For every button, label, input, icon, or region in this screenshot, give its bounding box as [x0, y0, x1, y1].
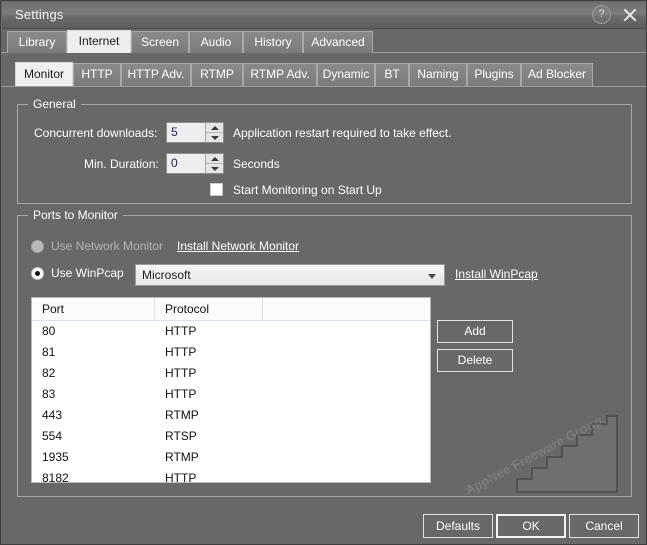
cell-protocol: RTMP — [165, 450, 199, 464]
winpcap-adapter-value: Microsoft — [142, 268, 191, 282]
subtab-rtmp[interactable]: RTMP — [191, 63, 243, 86]
cell-protocol: HTTP — [165, 387, 197, 401]
cell-protocol: RTSP — [165, 429, 197, 443]
defaults-button[interactable]: Defaults — [423, 514, 493, 538]
table-row[interactable]: 81 HTTP — [32, 342, 430, 363]
close-icon[interactable] — [621, 6, 639, 24]
cell-port: 81 — [42, 345, 56, 359]
general-group-title: General — [28, 97, 81, 111]
ports-table[interactable]: Port Protocol 80 HTTP 81 HTTP 82 HTTP 83… — [31, 297, 431, 483]
start-monitoring-checkbox[interactable] — [210, 183, 223, 196]
subtab-monitor[interactable]: Monitor — [15, 62, 73, 86]
titlebar-buttons: ? — [592, 5, 639, 24]
cell-protocol: HTTP — [165, 324, 197, 338]
table-row[interactable]: 82 HTTP — [32, 363, 430, 384]
concurrent-downloads-spinner[interactable]: 5 — [166, 122, 224, 143]
column-divider-1[interactable] — [154, 298, 155, 320]
subtab-ad-blocker[interactable]: Ad Blocker — [521, 63, 593, 86]
cell-protocol: HTTP — [165, 345, 197, 359]
subtab-http-adv[interactable]: HTTP Adv. — [121, 63, 191, 86]
min-duration-decrement[interactable] — [206, 164, 223, 173]
use-winpcap-label: Use WinPcap — [51, 266, 124, 280]
subtab-http[interactable]: HTTP — [73, 63, 121, 86]
tab-internet[interactable]: Internet — [67, 30, 131, 53]
subtab-rtmp-adv[interactable]: RTMP Adv. — [243, 63, 317, 86]
concurrent-downloads-value: 5 — [171, 125, 178, 139]
concurrent-downloads-label: Concurrent downloads: — [34, 126, 158, 140]
table-row[interactable]: 83 HTTP — [32, 384, 430, 405]
subtab-naming[interactable]: Naming — [409, 63, 467, 86]
ports-table-header: Port Protocol — [32, 298, 430, 321]
column-divider-2[interactable] — [262, 298, 263, 320]
cancel-button[interactable]: Cancel — [569, 514, 639, 538]
tab-advanced[interactable]: Advanced — [303, 31, 373, 53]
ok-button[interactable]: OK — [496, 514, 566, 538]
cell-port: 1935 — [42, 450, 69, 464]
primary-tab-bar: Library Internet Screen Audio History Ad… — [1, 29, 646, 53]
table-row[interactable]: 80 HTTP — [32, 321, 430, 342]
cell-protocol: HTTP — [165, 471, 197, 483]
use-winpcap-radio[interactable] — [31, 267, 44, 280]
column-header-port[interactable]: Port — [42, 302, 64, 316]
window-title: Settings — [15, 7, 64, 22]
general-group: General Concurrent downloads: 5 Applicat… — [17, 97, 632, 204]
chevron-down-icon — [428, 274, 436, 279]
install-winpcap-link[interactable]: Install WinPcap — [455, 267, 538, 281]
use-network-monitor-radio[interactable] — [31, 240, 44, 253]
seconds-label: Seconds — [233, 157, 280, 171]
ports-group-title: Ports to Monitor — [28, 208, 123, 222]
restart-note: Application restart required to take eff… — [233, 126, 452, 140]
secondary-tab-underline — [1, 86, 646, 87]
ports-to-monitor-group: Ports to Monitor Use Network Monitor Ins… — [17, 208, 632, 498]
use-network-monitor-label: Use Network Monitor — [51, 239, 164, 253]
cell-port: 554 — [42, 429, 63, 443]
stairs-graphic — [516, 415, 618, 493]
cell-port: 443 — [42, 408, 63, 422]
settings-window: Settings ? Library Internet Screen Audio… — [0, 0, 647, 545]
cell-port: 82 — [42, 366, 56, 380]
cell-protocol: RTMP — [165, 408, 199, 422]
cell-port: 80 — [42, 324, 56, 338]
min-duration-increment[interactable] — [206, 154, 223, 164]
table-row[interactable]: 554 RTSP — [32, 426, 430, 447]
tab-audio[interactable]: Audio — [189, 31, 243, 53]
start-monitoring-label: Start Monitoring on Start Up — [233, 183, 382, 197]
delete-button[interactable]: Delete — [437, 349, 513, 372]
tab-history[interactable]: History — [243, 31, 303, 53]
help-icon[interactable]: ? — [592, 5, 611, 24]
min-duration-label: Min. Duration: — [84, 157, 159, 171]
column-header-protocol[interactable]: Protocol — [165, 302, 209, 316]
winpcap-adapter-select[interactable]: Microsoft — [135, 264, 445, 286]
install-network-monitor-link[interactable]: Install Network Monitor — [177, 239, 299, 253]
concurrent-downloads-increment[interactable] — [206, 123, 223, 133]
tab-screen[interactable]: Screen — [131, 31, 189, 53]
cell-port: 8182 — [42, 471, 69, 483]
tab-library[interactable]: Library — [7, 31, 67, 53]
concurrent-downloads-decrement[interactable] — [206, 133, 223, 142]
subtab-dynamic[interactable]: Dynamic — [317, 63, 375, 86]
min-duration-spin-buttons[interactable] — [205, 154, 223, 173]
titlebar: Settings ? — [2, 2, 646, 29]
table-row[interactable]: 1935 RTMP — [32, 447, 430, 468]
subtab-bt[interactable]: BT — [375, 63, 409, 86]
secondary-tab-bar: Monitor HTTP HTTP Adv. RTMP RTMP Adv. Dy… — [1, 61, 646, 87]
min-duration-value: 0 — [171, 156, 178, 170]
table-row[interactable]: 443 RTMP — [32, 405, 430, 426]
min-duration-spinner[interactable]: 0 — [166, 153, 224, 174]
subtab-plugins[interactable]: Plugins — [467, 63, 521, 86]
cell-protocol: HTTP — [165, 366, 197, 380]
concurrent-downloads-spin-buttons[interactable] — [205, 123, 223, 142]
cell-port: 83 — [42, 387, 56, 401]
add-button[interactable]: Add — [437, 320, 513, 343]
table-row[interactable]: 8182 HTTP — [32, 468, 430, 483]
